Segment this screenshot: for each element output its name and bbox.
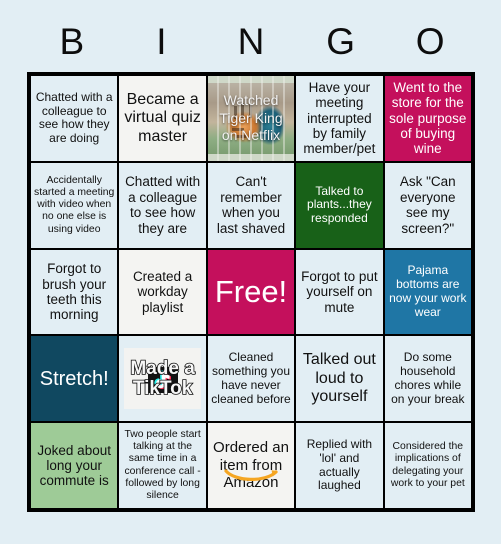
- bingo-header: B I N G O: [27, 14, 475, 70]
- header-letter-i: I: [156, 21, 167, 62]
- bingo-cell-r4c2[interactable]: Made a TikTok: [118, 335, 207, 423]
- header-letter-b: B: [59, 21, 85, 62]
- bingo-cell-r2c2[interactable]: Chatted with a colleague to see how they…: [118, 161, 207, 249]
- bingo-cell-r3c2[interactable]: Created a workday playlist: [118, 248, 207, 336]
- bingo-grid: Chatted with a colleague to see how they…: [27, 72, 475, 512]
- bingo-cell-r1c2[interactable]: Became a virtual quiz master: [118, 75, 207, 162]
- bingo-cell-label: Ask "Can everyone see my screen?": [399, 174, 456, 236]
- bingo-cell-label: Talked to plants...they responded: [307, 183, 372, 226]
- bingo-cell-r4c4[interactable]: Talked out loud to yourself: [295, 335, 384, 423]
- bingo-cell-label: Joked about long your commute is: [37, 442, 111, 489]
- bingo-cell-r5c1[interactable]: Joked about long your commute is: [30, 422, 119, 509]
- bingo-cell-r1c5[interactable]: Went to the store for the sole purpose o…: [383, 75, 472, 162]
- bingo-cell-label: Talked out loud to yourself: [302, 350, 376, 406]
- header-letter-n: N: [237, 21, 265, 62]
- bingo-cell-label: Made a TikTok: [130, 357, 196, 399]
- bingo-cell-label: Chatted with a colleague to see how they…: [35, 89, 113, 146]
- bingo-cell-label: Forgot to put yourself on mute: [301, 268, 378, 315]
- bingo-cell-r5c5[interactable]: Considered the implications of delegatin…: [383, 422, 472, 509]
- tiktok-cell-content: Made a TikTok: [122, 338, 203, 420]
- bingo-cell-r4c1[interactable]: Stretch!: [30, 335, 119, 423]
- bingo-cell-r2c5[interactable]: Ask "Can everyone see my screen?": [383, 161, 472, 249]
- bingo-cell-r5c4[interactable]: Replied with 'lol' and actually laughed: [295, 422, 384, 509]
- bingo-cell-r4c5[interactable]: Do some household chores while on your b…: [383, 335, 472, 423]
- bingo-cell-label: Chatted with a colleague to see how they…: [125, 174, 201, 236]
- bingo-cell-r3c5[interactable]: Pajama bottoms are now your work wear: [383, 248, 472, 336]
- bingo-cell-label: Two people start talking at the same tim…: [124, 428, 201, 502]
- header-letter-g: G: [326, 21, 355, 62]
- bingo-cell-label: Went to the store for the sole purpose o…: [389, 79, 467, 157]
- bingo-cell-label: Accidentally started a meeting with vide…: [34, 174, 115, 235]
- bingo-cell-r5c2[interactable]: Two people start talking at the same tim…: [118, 422, 207, 509]
- bingo-cell-r2c3[interactable]: Can't remember when you last shaved: [206, 161, 296, 249]
- bingo-cell-r1c1[interactable]: Chatted with a colleague to see how they…: [30, 75, 119, 162]
- free-space-label: Free!: [214, 274, 288, 310]
- bingo-cell-label: Can't remember when you last shaved: [216, 174, 286, 236]
- amazon-smile-icon: [223, 468, 281, 484]
- bingo-cell-r2c1[interactable]: Accidentally started a meeting with vide…: [30, 161, 119, 249]
- bingo-cell-label: Cleaned something you have never cleaned…: [211, 350, 291, 406]
- bingo-cell-label: Pajama bottoms are now your work wear: [389, 263, 467, 319]
- bingo-cell-label: Replied with 'lol' and actually laughed: [306, 437, 373, 493]
- bingo-cell-label: Considered the implications of delegatin…: [390, 441, 465, 489]
- bingo-cell-label: Do some household chores while on your b…: [391, 350, 465, 406]
- bingo-cell-r5c3[interactable]: Ordered an item from Amazon: [206, 422, 296, 509]
- bingo-card: B I N G O Chatted with a colleague to se…: [0, 0, 501, 544]
- bingo-cell-label: Created a workday playlist: [132, 268, 193, 315]
- amazon-cell-content: Ordered an item from Amazon: [210, 425, 292, 506]
- bingo-cell-label: Became a virtual quiz master: [124, 90, 201, 145]
- header-letter-o: O: [415, 21, 445, 62]
- bingo-cell-r3c4[interactable]: Forgot to put yourself on mute: [295, 248, 384, 336]
- bingo-cell-label: Watched Tiger King on Netflix: [219, 92, 283, 144]
- bingo-cell-r2c4[interactable]: Talked to plants...they responded: [295, 161, 384, 249]
- tiger-king-photo: Watched Tiger King on Netflix: [207, 76, 295, 161]
- bingo-cell-r1c3[interactable]: Watched Tiger King on Netflix: [206, 75, 296, 162]
- bingo-cell-label: Have your meeting interrupted by family …: [303, 79, 376, 157]
- bingo-cell-label: Stretch!: [39, 367, 109, 390]
- bingo-cell-r3c1[interactable]: Forgot to brush your teeth this morning: [30, 248, 119, 336]
- bingo-cell-r1c4[interactable]: Have your meeting interrupted by family …: [295, 75, 384, 162]
- bingo-cell-label: Forgot to brush your teeth this morning: [42, 261, 107, 323]
- bingo-cell-r4c3[interactable]: Cleaned something you have never cleaned…: [206, 335, 296, 423]
- bingo-cell-free-space[interactable]: Free!: [206, 248, 296, 336]
